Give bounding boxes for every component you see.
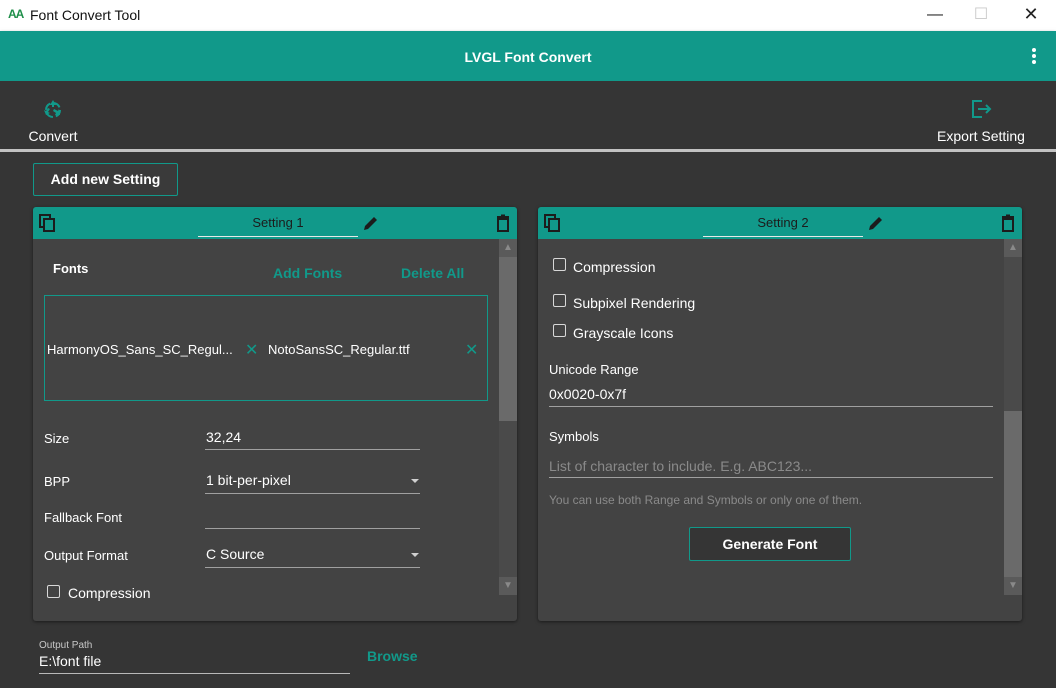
- fallback-font-label: Fallback Font: [44, 510, 123, 525]
- app-logo-icon: AA: [8, 7, 24, 21]
- convert-button[interactable]: Convert: [16, 81, 90, 147]
- compression-label: Compression: [573, 259, 656, 275]
- copy-icon[interactable]: [543, 214, 561, 232]
- symbols-hint: You can use both Range and Symbols or on…: [549, 493, 863, 507]
- export-setting-label: Export Setting: [937, 128, 1025, 144]
- scroll-down-icon[interactable]: ▼: [1004, 577, 1022, 595]
- scroll-up-icon[interactable]: ▲: [499, 239, 517, 257]
- recycle-icon: [44, 100, 61, 118]
- fonts-list: HarmonyOS_Sans_SC_Regul... ✕ NotoSansSC_…: [44, 295, 488, 401]
- setting-card-1: Setting 1 Fonts Add Fonts Delete All Har…: [33, 207, 517, 621]
- setting-card-header: Setting 2: [538, 207, 1022, 239]
- symbols-label: Symbols: [549, 429, 599, 444]
- add-new-setting-button[interactable]: Add new Setting: [33, 163, 178, 196]
- maximize-button[interactable]: ☐: [958, 0, 1004, 31]
- bpp-underline: [205, 493, 420, 494]
- setting-card-2: Setting 2 Compression Subpixel Rendering…: [538, 207, 1022, 621]
- output-format-underline: [205, 567, 420, 568]
- bpp-select[interactable]: 1 bit-per-pixel: [206, 472, 291, 488]
- fonts-label: Fonts: [53, 261, 89, 276]
- compression-checkbox[interactable]: [553, 258, 566, 271]
- window-titlebar: AA Font Convert Tool — ☐ ✕: [0, 0, 1056, 31]
- output-format-select[interactable]: C Source: [206, 546, 264, 562]
- output-format-label: Output Format: [44, 548, 128, 563]
- output-path-label: Output Path: [39, 640, 93, 651]
- grayscale-icons-label: Grayscale Icons: [573, 325, 674, 341]
- symbols-underline: [549, 477, 993, 478]
- grayscale-icons-checkbox[interactable]: [553, 324, 566, 337]
- unicode-range-input[interactable]: 0x0020-0x7f: [549, 386, 626, 402]
- scrollbar[interactable]: ▲ ▼: [1004, 239, 1022, 595]
- font-chip-label: HarmonyOS_Sans_SC_Regul...: [47, 342, 233, 357]
- export-setting-button[interactable]: Export Setting: [928, 81, 1034, 147]
- toolbar-divider: [0, 149, 1056, 152]
- output-path-input[interactable]: E:\font file: [39, 653, 101, 669]
- subpixel-rendering-checkbox[interactable]: [553, 294, 566, 307]
- setting-title[interactable]: Setting 2: [703, 215, 863, 237]
- browse-button[interactable]: Browse: [367, 648, 418, 664]
- remove-font-icon[interactable]: ✕: [245, 340, 258, 360]
- unicode-range-label: Unicode Range: [549, 362, 639, 377]
- minimize-button[interactable]: —: [912, 0, 958, 31]
- setting-card-body: Compression Subpixel Rendering Grayscale…: [538, 239, 1022, 621]
- size-input[interactable]: 32,24: [206, 429, 241, 445]
- setting-card-body: Fonts Add Fonts Delete All HarmonyOS_San…: [33, 239, 517, 621]
- size-label: Size: [44, 431, 70, 446]
- compression-label: Compression: [68, 585, 151, 601]
- scroll-thumb[interactable]: [1004, 411, 1022, 577]
- scroll-thumb[interactable]: [499, 257, 517, 421]
- trash-icon[interactable]: [999, 214, 1017, 232]
- generate-font-button[interactable]: Generate Font: [689, 527, 851, 561]
- export-icon: [972, 100, 992, 118]
- trash-icon[interactable]: [494, 214, 512, 232]
- scrollbar[interactable]: ▲ ▼: [499, 239, 517, 595]
- chevron-down-icon[interactable]: [411, 553, 419, 557]
- output-path-underline: [39, 673, 350, 674]
- app-bar-title: LVGL Font Convert: [464, 49, 592, 65]
- copy-icon[interactable]: [38, 214, 56, 232]
- setting-title[interactable]: Setting 1: [198, 215, 358, 237]
- bpp-label: BPP: [44, 474, 71, 489]
- scroll-up-icon[interactable]: ▲: [1004, 239, 1022, 257]
- pencil-icon[interactable]: [362, 214, 380, 232]
- delete-all-button[interactable]: Delete All: [401, 265, 464, 281]
- toolbar: Convert Export Setting: [0, 81, 1056, 149]
- size-underline: [205, 449, 420, 450]
- compression-checkbox[interactable]: [47, 585, 60, 598]
- window-title: Font Convert Tool: [30, 7, 141, 23]
- clipped-row: Compression: [33, 579, 499, 601]
- scroll-down-icon[interactable]: ▼: [499, 577, 517, 595]
- font-chip-label: NotoSansSC_Regular.ttf: [268, 342, 410, 357]
- pencil-icon[interactable]: [867, 214, 885, 232]
- remove-font-icon[interactable]: ✕: [465, 340, 478, 360]
- convert-label: Convert: [28, 128, 78, 144]
- symbols-input[interactable]: List of character to include. E.g. ABC12…: [549, 458, 812, 474]
- more-menu-icon[interactable]: [1026, 43, 1042, 69]
- subpixel-rendering-label: Subpixel Rendering: [573, 295, 696, 311]
- unicode-range-underline: [549, 406, 993, 407]
- chevron-down-icon[interactable]: [411, 479, 419, 483]
- close-button[interactable]: ✕: [1008, 0, 1054, 31]
- setting-card-header: Setting 1: [33, 207, 517, 239]
- app-bar: LVGL Font Convert: [0, 31, 1056, 81]
- fallback-underline: [205, 528, 420, 529]
- add-fonts-button[interactable]: Add Fonts: [273, 265, 342, 281]
